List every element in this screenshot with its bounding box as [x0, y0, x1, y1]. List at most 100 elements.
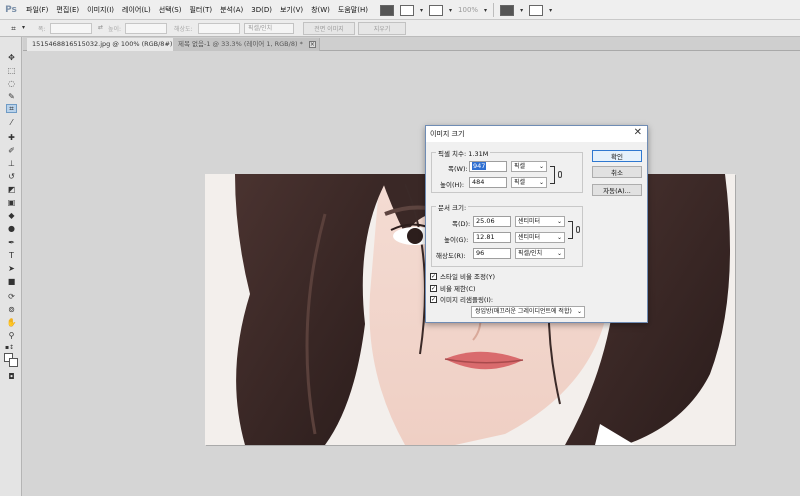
resolution-unit-select[interactable]: 픽셀/인치 ⌄: [515, 248, 565, 259]
front-image-button[interactable]: 전면 이미지: [303, 22, 355, 35]
doc-width-unit: 센티미터: [518, 218, 541, 225]
arrange-documents-icon[interactable]: [500, 4, 515, 16]
pixel-height-input[interactable]: 484: [469, 177, 507, 188]
document-tab[interactable]: 제목 없음-1 @ 33.3% (레이어 1, RGB/8) * ×: [173, 38, 320, 51]
background-color-swatch[interactable]: [9, 358, 18, 367]
scale-styles-label: 스타일 비율 조정(Y): [440, 273, 496, 281]
link-chain-icon: [576, 226, 580, 233]
doc-height-input[interactable]: 12.81: [473, 232, 511, 243]
constrain-link-bracket: [568, 221, 573, 239]
history-brush-tool-icon[interactable]: ↺: [6, 172, 17, 181]
crop-icon[interactable]: ⌗: [8, 24, 19, 33]
chevron-down-icon: ⌄: [538, 163, 544, 170]
eyedropper-tool-icon[interactable]: ⁄: [6, 118, 17, 127]
width-input[interactable]: [50, 23, 92, 34]
resolution-input[interactable]: [198, 23, 240, 34]
menu-item[interactable]: 이미지(I): [83, 0, 118, 20]
move-tool-icon[interactable]: ✥: [6, 53, 17, 62]
swap-icon[interactable]: ⇄: [98, 24, 103, 31]
pen-tool-icon[interactable]: ✒: [6, 238, 17, 247]
chevron-down-icon[interactable]: ▾: [420, 7, 423, 14]
chevron-down-icon: ⌄: [576, 308, 582, 315]
shape-tool-icon[interactable]: ■: [6, 277, 17, 286]
quick-mask-icon[interactable]: ◘: [6, 372, 17, 381]
height-label: 높이:: [108, 26, 122, 33]
chevron-down-icon[interactable]: ▾: [22, 24, 25, 31]
doc-width-input[interactable]: 25.06: [473, 216, 511, 227]
close-icon[interactable]: ×: [308, 41, 316, 48]
gradient-tool-icon[interactable]: ▣: [6, 198, 17, 207]
bridge-icon[interactable]: [380, 4, 394, 16]
quick-select-tool-icon[interactable]: ✎: [6, 92, 17, 101]
resolution-input[interactable]: 96: [473, 248, 511, 259]
doc-height-label: 높이(G):: [444, 236, 469, 244]
menu-item[interactable]: 창(W): [307, 0, 334, 20]
menu-item[interactable]: 분석(A): [216, 0, 247, 20]
chevron-down-icon[interactable]: ▾: [520, 7, 523, 14]
path-selection-tool-icon[interactable]: ➤: [6, 264, 17, 273]
mini-bridge-icon[interactable]: [400, 4, 414, 16]
auto-button[interactable]: 자동(A)...: [592, 184, 642, 196]
default-colors-icon[interactable]: ▪↕: [4, 343, 15, 352]
constrain-proportions-checkbox-row[interactable]: ✓ 비율 제한(C): [430, 283, 476, 293]
menu-item[interactable]: 레이어(L): [118, 0, 155, 20]
cancel-button[interactable]: 취소: [592, 166, 642, 178]
chevron-down-icon[interactable]: ▾: [449, 7, 452, 14]
menu-item[interactable]: 편집(E): [52, 0, 83, 20]
pixel-height-unit-select[interactable]: 픽셀 ⌄: [511, 177, 547, 188]
resample-label: 이미지 리샘플링(I):: [440, 296, 494, 304]
menu-item[interactable]: 보기(V): [276, 0, 307, 20]
menu-item[interactable]: 도움말(H): [334, 0, 372, 20]
menu-item[interactable]: 필터(T): [185, 0, 216, 20]
resolution-unit: 픽셀/인치: [518, 250, 543, 257]
dodge-tool-icon[interactable]: ●: [6, 224, 17, 233]
resolution-unit-select[interactable]: 픽셀/인치: [244, 23, 294, 34]
marquee-tool-icon[interactable]: ⬚: [6, 66, 17, 75]
hand-tool-icon[interactable]: ✋: [6, 318, 17, 327]
resample-checkbox[interactable]: ✓: [430, 295, 437, 303]
ok-button[interactable]: 확인: [592, 150, 642, 162]
doc-height-unit-select[interactable]: 센티미터 ⌄: [515, 232, 565, 243]
brush-tool-icon[interactable]: ✐: [6, 146, 17, 155]
3d-rotate-tool-icon[interactable]: ⟳: [6, 292, 17, 301]
resample-method-select[interactable]: 쌍입방(매끄러운 그레이디언트에 적합) ⌄: [471, 306, 585, 318]
doc-width-unit-select[interactable]: 센티미터 ⌄: [515, 216, 565, 227]
crop-tool-icon[interactable]: ⌗: [6, 104, 17, 113]
tab-label: 제목 없음-1 @ 33.3% (레이어 1, RGB/8) *: [178, 40, 303, 48]
healing-brush-tool-icon[interactable]: ✚: [6, 133, 17, 142]
lasso-tool-icon[interactable]: ◌: [6, 79, 17, 88]
tab-label: 1515468816515032.jpg @ 100% (RGB/8#): [32, 40, 173, 48]
pixel-dimensions-legend: 픽셀 치수: 1.31M: [436, 148, 491, 158]
chevron-down-icon[interactable]: ▾: [549, 7, 552, 14]
chevron-down-icon: ⌄: [556, 250, 562, 257]
type-tool-icon[interactable]: T: [6, 251, 17, 260]
menu-item[interactable]: 선택(S): [155, 0, 186, 20]
3d-orbit-tool-icon[interactable]: ⊚: [6, 305, 17, 314]
height-input[interactable]: [125, 23, 167, 34]
zoom-level[interactable]: 100%: [458, 6, 478, 14]
chevron-down-icon[interactable]: ▾: [484, 7, 487, 14]
pixel-width-input[interactable]: 947: [469, 161, 507, 172]
constrain-link-bracket: [550, 166, 555, 184]
pixel-width-label: 폭(W):: [448, 165, 468, 173]
zoom-tool-icon[interactable]: ⚲: [6, 331, 17, 340]
eraser-tool-icon[interactable]: ◩: [6, 185, 17, 194]
resample-checkbox-row[interactable]: ✓ 이미지 리샘플링(I):: [430, 294, 493, 304]
menu-bar: Ps 파일(F) 편집(E) 이미지(I) 레이어(L) 선택(S) 필터(T) 분석(A)…: [0, 0, 800, 20]
clear-button[interactable]: 지우기: [358, 22, 406, 35]
close-icon[interactable]: ✕: [634, 127, 642, 138]
doc-width-label: 폭(D):: [452, 220, 471, 228]
screen-mode-icon[interactable]: [529, 4, 544, 16]
chevron-down-icon: ⌄: [556, 234, 562, 241]
menu-item[interactable]: 파일(F): [22, 0, 52, 20]
pixel-width-unit: 픽셀: [514, 163, 526, 170]
blur-tool-icon[interactable]: ◆: [6, 211, 17, 220]
document-tab[interactable]: 1515468816515032.jpg @ 100% (RGB/8#) ×: [27, 38, 190, 51]
pixel-width-unit-select[interactable]: 픽셀 ⌄: [511, 161, 547, 172]
scale-styles-checkbox[interactable]: ✓: [430, 272, 437, 280]
scale-styles-checkbox-row[interactable]: ✓ 스타일 비율 조정(Y): [430, 271, 495, 281]
constrain-proportions-checkbox[interactable]: ✓: [430, 284, 437, 292]
extras-icon[interactable]: [429, 4, 444, 16]
clone-stamp-tool-icon[interactable]: ⊥: [6, 159, 17, 168]
menu-item[interactable]: 3D(D): [247, 0, 276, 20]
